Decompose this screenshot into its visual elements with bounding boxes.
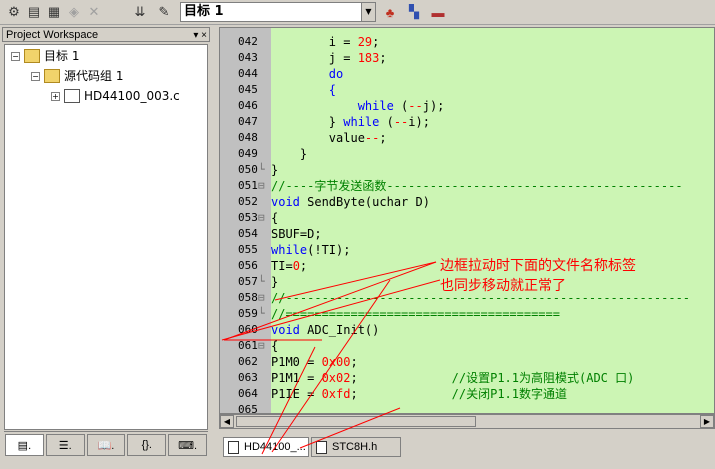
annotation-line-2: 也同步移动就正常了 <box>440 278 566 294</box>
annotation-line-1: 边框拉动时下面的文件名称标签 <box>440 258 636 274</box>
annotation-arrows <box>221 261 441 455</box>
annotation-text: 边框拉动时下面的文件名称标签 也同步移动就正常了 <box>440 256 636 296</box>
